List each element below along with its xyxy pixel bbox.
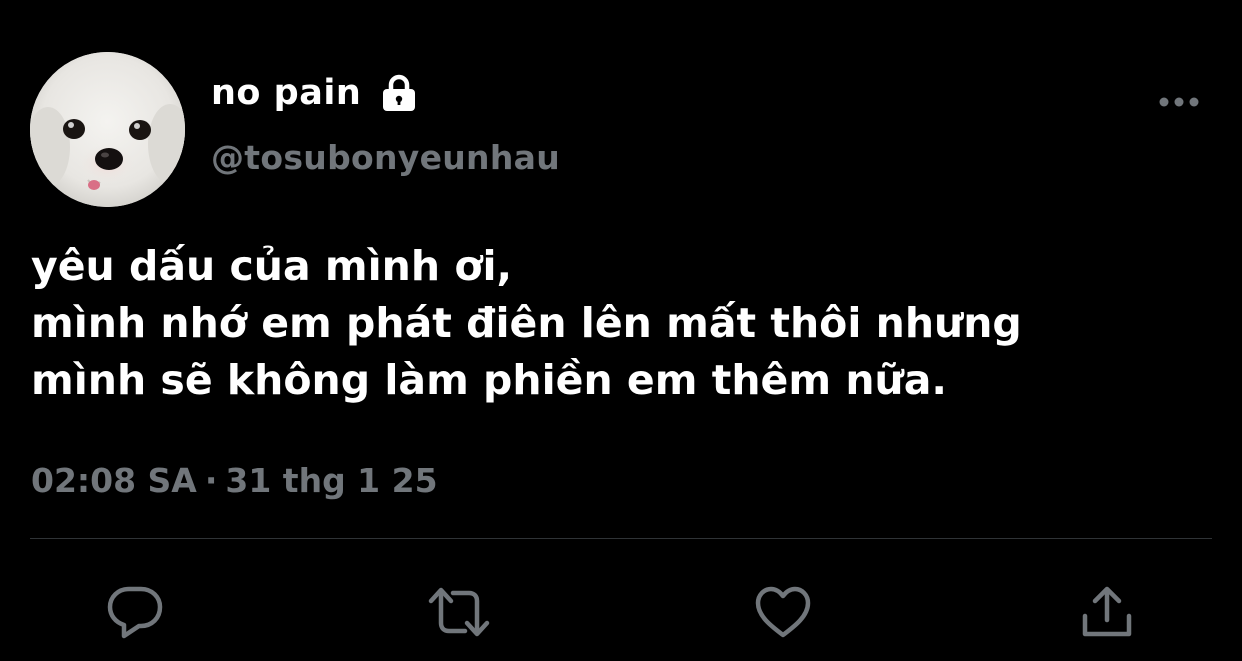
action-bar xyxy=(0,580,1242,644)
tweet-text-line: yêu dấu của mình ơi, xyxy=(31,242,513,290)
puppy-avatar-image xyxy=(30,52,185,207)
share-icon xyxy=(1082,586,1132,637)
like-button[interactable] xyxy=(751,580,815,644)
tweet-date: 31 thg 1 25 xyxy=(225,461,438,500)
tweet-timestamp[interactable]: 02:08 SA · 31 thg 1 25 xyxy=(31,458,438,504)
tweet-text-line: mình nhớ em phát điên lên mất thôi nhưng xyxy=(31,299,1022,347)
retweet-icon xyxy=(428,587,490,637)
reply-button[interactable] xyxy=(103,580,167,644)
more-icon[interactable] xyxy=(1158,94,1200,110)
share-button[interactable] xyxy=(1075,580,1139,644)
heart-icon xyxy=(755,586,811,638)
meta-separator: · xyxy=(204,461,218,500)
tweet: no pain @tosubonyeunhau yêu dấu của mình… xyxy=(0,0,1242,661)
tweet-text-line: mình sẽ không làm phiền em thêm nữa. xyxy=(31,356,947,404)
retweet-button[interactable] xyxy=(427,580,491,644)
display-name[interactable]: no pain xyxy=(211,70,361,116)
lock-icon xyxy=(379,73,419,113)
tweet-text: yêu dấu của mình ơi, mình nhớ em phát đi… xyxy=(31,238,1211,409)
divider xyxy=(30,538,1212,539)
author-name-row: no pain xyxy=(211,70,419,116)
avatar[interactable] xyxy=(30,52,185,207)
tweet-time: 02:08 SA xyxy=(31,461,197,500)
author-handle[interactable]: @tosubonyeunhau xyxy=(211,136,560,180)
reply-icon xyxy=(107,586,163,639)
